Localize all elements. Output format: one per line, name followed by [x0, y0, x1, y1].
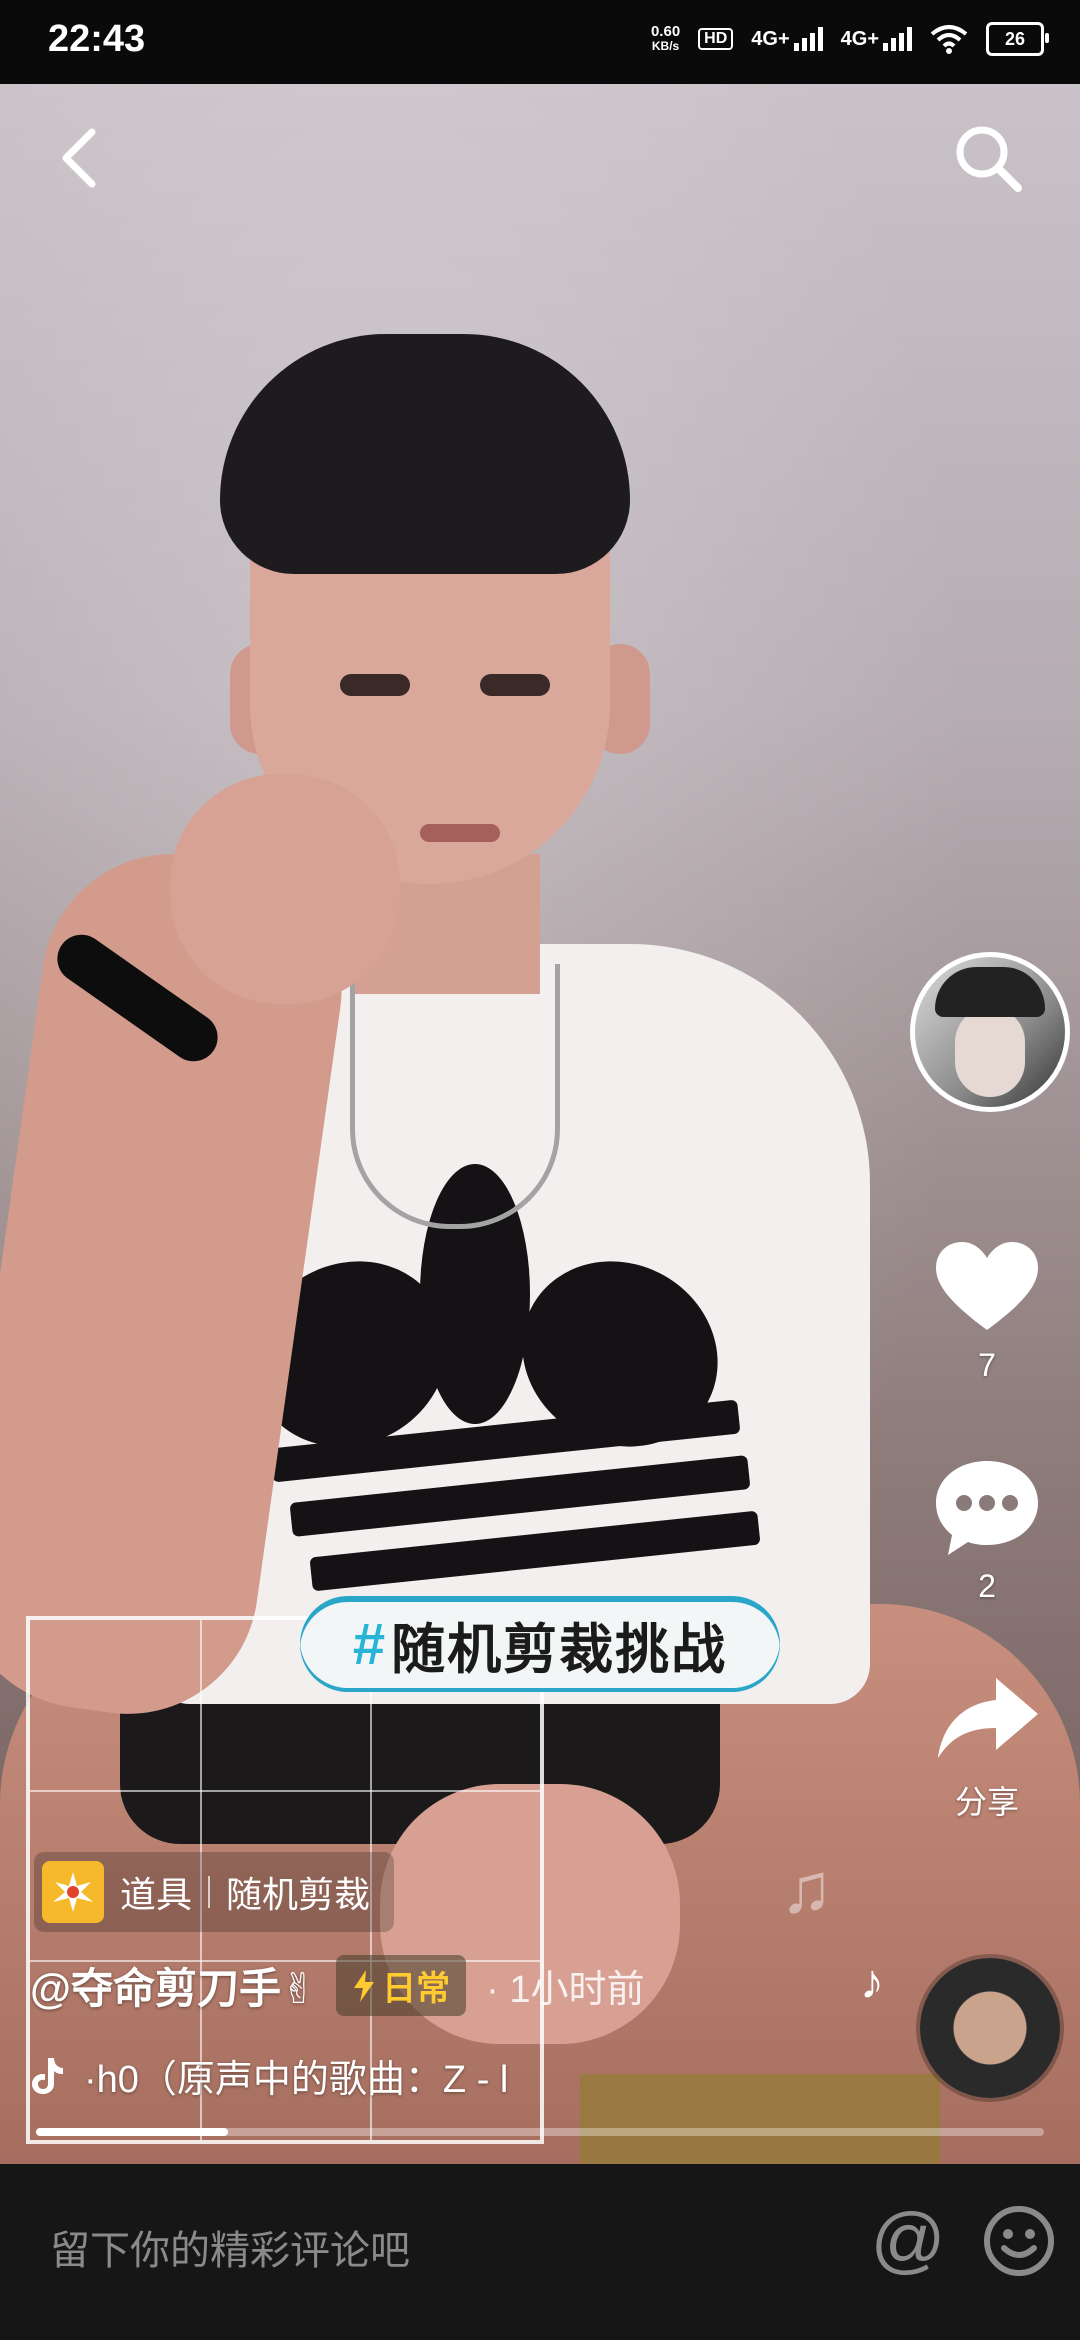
sparkle-icon — [42, 1861, 104, 1923]
music-line[interactable]: ·h0（原声中的歌曲：Z - l — [30, 2048, 508, 2103]
prop-chip[interactable]: 道具 随机剪裁 — [34, 1852, 395, 1932]
music-note-icon: ♫ — [780, 1849, 833, 1927]
hd-icon: HD — [698, 28, 734, 50]
video-progress-bar[interactable] — [36, 2128, 1044, 2136]
status-time: 22:43 — [48, 18, 146, 60]
fist-shape — [170, 774, 400, 1004]
like-count: 7 — [978, 1347, 996, 1383]
signal-icon-1: 4G+ — [751, 27, 823, 51]
comment-bubble-icon — [936, 1461, 1038, 1555]
eye-shape — [480, 674, 550, 696]
signal-icon-2: 4G+ — [841, 27, 912, 51]
comment-button[interactable]: 2 — [932, 1455, 1042, 1605]
wifi-icon — [930, 25, 968, 54]
post-time: · 1小时前 — [486, 1969, 645, 2011]
comment-input[interactable]: 留下你的精彩评论吧 — [50, 2218, 410, 2276]
challenge-text: 随机剪裁挑战 — [391, 1619, 728, 1680]
like-button[interactable]: 7 — [932, 1238, 1042, 1384]
share-label: 分享 — [954, 1784, 1019, 1820]
necklace-shape — [350, 964, 560, 1229]
share-arrow-icon — [938, 1678, 1038, 1758]
author-avatar[interactable] — [910, 952, 1070, 1112]
mention-button[interactable]: @ — [868, 2200, 948, 2280]
share-button[interactable]: 分享 — [932, 1672, 1042, 1823]
net-speed: 0.60 KB/s — [650, 23, 681, 53]
search-icon[interactable] — [948, 118, 1028, 198]
author-name[interactable]: @夺命剪刀手✌ — [30, 1955, 316, 2016]
lightning-icon — [354, 1969, 375, 2002]
tiktok-note-icon — [32, 2057, 63, 2094]
music-note-icon: ♪ — [860, 1956, 884, 2009]
music-disc[interactable] — [920, 1958, 1060, 2098]
battery-icon: 26 — [986, 22, 1049, 56]
daily-tag[interactable]: 日常 — [336, 1955, 467, 2016]
challenge-hashtag[interactable]: # 随机剪裁挑战 — [300, 1596, 780, 1692]
mouth-shape — [420, 824, 500, 842]
chevron-left-icon[interactable] — [48, 118, 108, 198]
author-line: @夺命剪刀手✌ 日常 · 1小时前 — [30, 1955, 645, 2016]
video-progress-fill — [36, 2128, 228, 2136]
smile-icon[interactable] — [982, 2204, 1056, 2278]
eye-shape — [340, 674, 410, 696]
music-title: ·h0（原声中的歌曲：Z - l — [84, 2059, 509, 2101]
status-icons: 0.60 KB/s HD 4G+ 4G+ 26 — [650, 22, 1049, 56]
prop-name: 随机剪裁 — [226, 1874, 371, 1915]
comment-bar: 留下你的精彩评论吧 @ — [0, 2164, 1080, 2340]
heart-icon — [936, 1242, 1038, 1330]
status-bar: 22:43 0.60 KB/s HD 4G+ 4G+ 26 — [0, 0, 1080, 84]
video-screen: 22:43 0.60 KB/s HD 4G+ 4G+ 26 7 2 分享 # 随… — [0, 0, 1080, 2340]
comment-count: 2 — [978, 1568, 996, 1604]
hashtag-symbol: # — [352, 1611, 386, 1677]
prop-label: 道具 — [120, 1874, 193, 1915]
